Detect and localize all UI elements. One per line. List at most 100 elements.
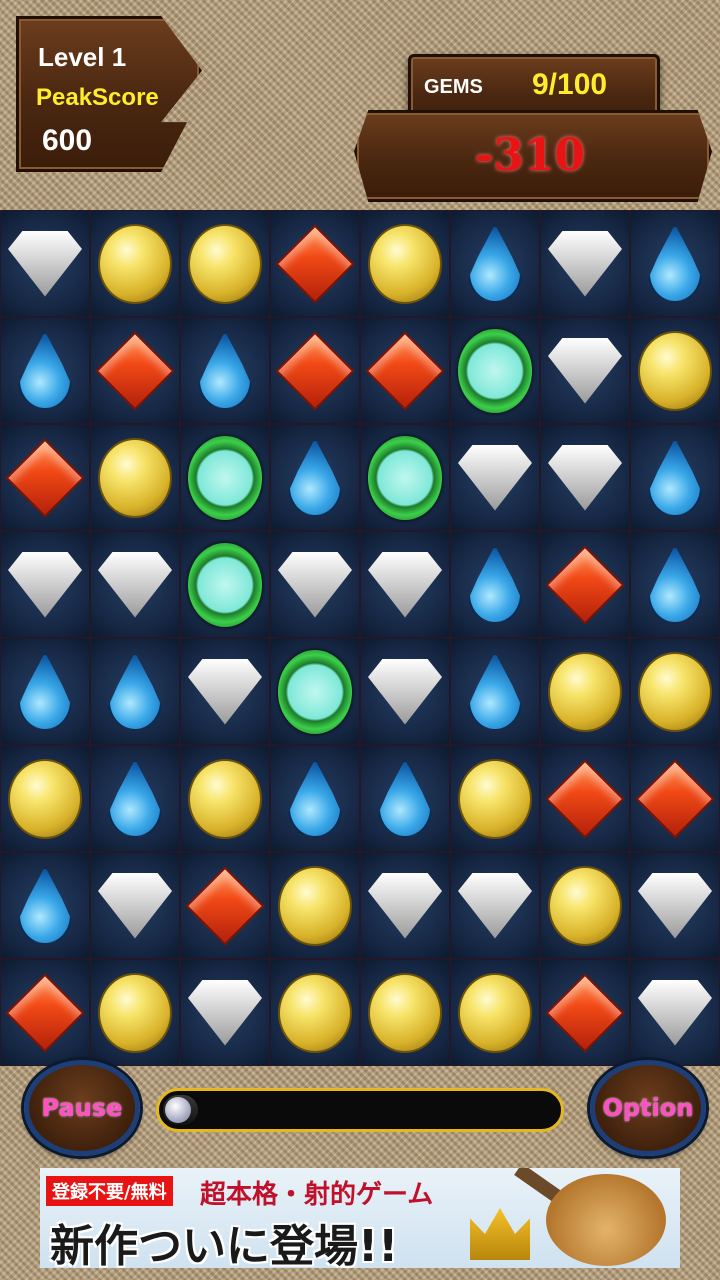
red-square-gem-icon[interactable] [185,865,265,946]
green-ring-gem-icon[interactable] [278,649,352,734]
gem-board[interactable] [0,210,720,1066]
board-cell[interactable] [90,317,180,424]
board-cell[interactable] [450,852,540,959]
red-square-gem-icon[interactable] [635,758,715,839]
white-diamond-gem-icon[interactable] [458,444,532,511]
board-cell[interactable] [270,317,360,424]
white-diamond-gem-icon[interactable] [98,872,172,939]
white-diamond-gem-icon[interactable] [548,230,622,297]
ad-banner[interactable]: 登録不要/無料 超本格・射的ゲーム 新作ついに登場!! [40,1168,680,1268]
white-diamond-gem-icon[interactable] [98,551,172,618]
board-cell[interactable] [0,210,90,317]
board-cell[interactable] [450,531,540,638]
red-square-gem-icon[interactable] [545,972,625,1053]
blue-teardrop-gem-icon[interactable] [468,224,522,303]
blue-teardrop-gem-icon[interactable] [648,545,702,624]
board-cell[interactable] [180,638,270,745]
white-diamond-gem-icon[interactable] [548,444,622,511]
blue-teardrop-gem-icon[interactable] [468,652,522,731]
blue-teardrop-gem-icon[interactable] [468,545,522,624]
yellow-round-gem-icon[interactable] [98,437,172,518]
yellow-round-gem-icon[interactable] [368,972,442,1053]
green-ring-gem-icon[interactable] [188,542,262,627]
board-cell[interactable] [270,531,360,638]
board-cell[interactable] [0,317,90,424]
blue-teardrop-gem-icon[interactable] [288,759,342,838]
board-cell[interactable] [90,959,180,1066]
blue-teardrop-gem-icon[interactable] [648,224,702,303]
board-cell[interactable] [360,959,450,1066]
red-square-gem-icon[interactable] [5,437,85,518]
white-diamond-gem-icon[interactable] [368,551,442,618]
board-cell[interactable] [360,745,450,852]
board-cell[interactable] [360,210,450,317]
red-square-gem-icon[interactable] [95,330,175,411]
board-cell[interactable] [450,959,540,1066]
board-cell[interactable] [630,852,720,959]
board-cell[interactable] [0,424,90,531]
blue-teardrop-gem-icon[interactable] [288,438,342,517]
yellow-round-gem-icon[interactable] [98,223,172,304]
board-cell[interactable] [270,959,360,1066]
board-cell[interactable] [270,745,360,852]
board-cell[interactable] [450,745,540,852]
board-cell[interactable] [90,424,180,531]
board-cell[interactable] [0,638,90,745]
white-diamond-gem-icon[interactable] [278,551,352,618]
yellow-round-gem-icon[interactable] [368,223,442,304]
board-cell[interactable] [90,638,180,745]
board-cell[interactable] [630,424,720,531]
blue-teardrop-gem-icon[interactable] [648,438,702,517]
red-square-gem-icon[interactable] [275,223,355,304]
board-cell[interactable] [360,317,450,424]
board-cell[interactable] [630,531,720,638]
white-diamond-gem-icon[interactable] [368,872,442,939]
board-cell[interactable] [270,210,360,317]
board-cell[interactable] [540,210,630,317]
board-cell[interactable] [540,424,630,531]
blue-teardrop-gem-icon[interactable] [108,759,162,838]
board-cell[interactable] [360,852,450,959]
green-ring-gem-icon[interactable] [188,435,262,520]
board-cell[interactable] [450,210,540,317]
white-diamond-gem-icon[interactable] [188,658,262,725]
yellow-round-gem-icon[interactable] [548,865,622,946]
white-diamond-gem-icon[interactable] [638,872,712,939]
green-ring-gem-icon[interactable] [368,435,442,520]
board-cell[interactable] [450,638,540,745]
board-cell[interactable] [540,317,630,424]
board-cell[interactable] [360,424,450,531]
red-square-gem-icon[interactable] [365,330,445,411]
board-cell[interactable] [0,959,90,1066]
board-cell[interactable] [630,317,720,424]
yellow-round-gem-icon[interactable] [188,223,262,304]
green-ring-gem-icon[interactable] [458,328,532,413]
board-cell[interactable] [0,745,90,852]
white-diamond-gem-icon[interactable] [8,230,82,297]
yellow-round-gem-icon[interactable] [458,758,532,839]
board-cell[interactable] [540,638,630,745]
board-cell[interactable] [0,852,90,959]
white-diamond-gem-icon[interactable] [188,979,262,1046]
blue-teardrop-gem-icon[interactable] [18,331,72,410]
board-cell[interactable] [270,852,360,959]
yellow-round-gem-icon[interactable] [278,972,352,1053]
board-cell[interactable] [90,745,180,852]
board-cell[interactable] [90,852,180,959]
board-cell[interactable] [630,210,720,317]
white-diamond-gem-icon[interactable] [548,337,622,404]
yellow-round-gem-icon[interactable] [638,651,712,732]
board-cell[interactable] [180,745,270,852]
board-cell[interactable] [180,210,270,317]
board-cell[interactable] [180,424,270,531]
board-cell[interactable] [540,745,630,852]
white-diamond-gem-icon[interactable] [368,658,442,725]
board-cell[interactable] [360,638,450,745]
blue-teardrop-gem-icon[interactable] [198,331,252,410]
board-cell[interactable] [180,852,270,959]
white-diamond-gem-icon[interactable] [8,551,82,618]
yellow-round-gem-icon[interactable] [638,330,712,411]
board-cell[interactable] [180,317,270,424]
board-cell[interactable] [450,424,540,531]
board-cell[interactable] [450,317,540,424]
